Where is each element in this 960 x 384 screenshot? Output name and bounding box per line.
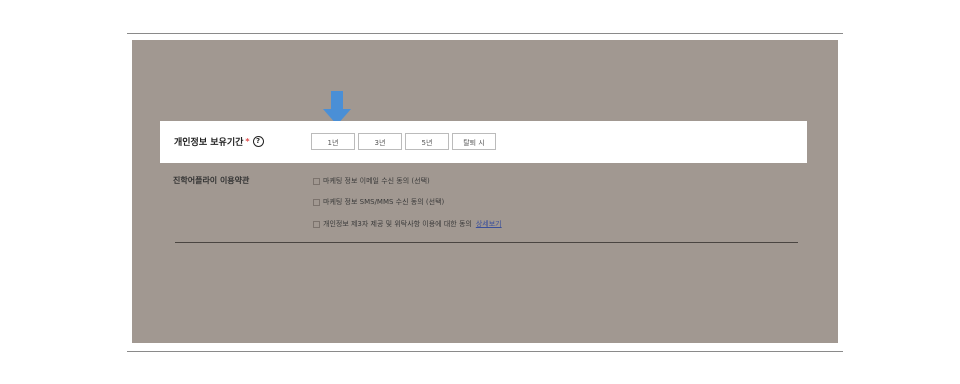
retention-label-text: 개인정보 보유기간 [174,138,244,148]
terms-label: 진학어플라이 이용약관 [173,176,250,185]
period-5-year-button[interactable]: 5년 [405,133,449,150]
retention-period-row: 개인정보 보유기간 * ? 1년 3년 5년 탈퇴 시 [160,121,807,163]
dimmed-overlay [132,40,838,343]
bottom-divider [127,351,843,352]
required-mark: * [245,137,250,146]
period-1-year-button[interactable]: 1년 [311,133,355,150]
sms-consent-checkbox[interactable] [313,198,320,206]
section-divider [175,242,798,243]
third-party-consent-label: 개인정보 제3자 제공 및 위탁사항 이용에 대한 동의 [323,220,472,228]
period-until-withdrawal-button[interactable]: 탈퇴 시 [452,133,496,150]
third-party-consent-checkbox[interactable] [313,220,320,228]
sms-consent-label: 마케팅 정보 SMS/MMS 수신 동의 (선택) [323,198,445,206]
period-3-year-button[interactable]: 3년 [358,133,402,150]
help-icon[interactable]: ? [252,136,264,147]
down-arrow-icon [323,91,351,125]
email-consent-checkbox[interactable] [313,177,320,185]
retention-period-label: 개인정보 보유기간 * ? [174,135,264,148]
third-party-consent-item[interactable]: 개인정보 제3자 제공 및 위탁사항 이용에 대한 동의 상세보기 [313,219,502,229]
retention-period-options: 1년 3년 5년 탈퇴 시 [311,133,496,150]
email-consent-item[interactable]: 마케팅 정보 이메일 수신 동의 (선택) [313,176,430,186]
email-consent-label: 마케팅 정보 이메일 수신 동의 (선택) [323,177,430,185]
top-divider [127,33,843,34]
detail-link[interactable]: 상세보기 [476,219,502,229]
sms-consent-item[interactable]: 마케팅 정보 SMS/MMS 수신 동의 (선택) [313,197,444,207]
